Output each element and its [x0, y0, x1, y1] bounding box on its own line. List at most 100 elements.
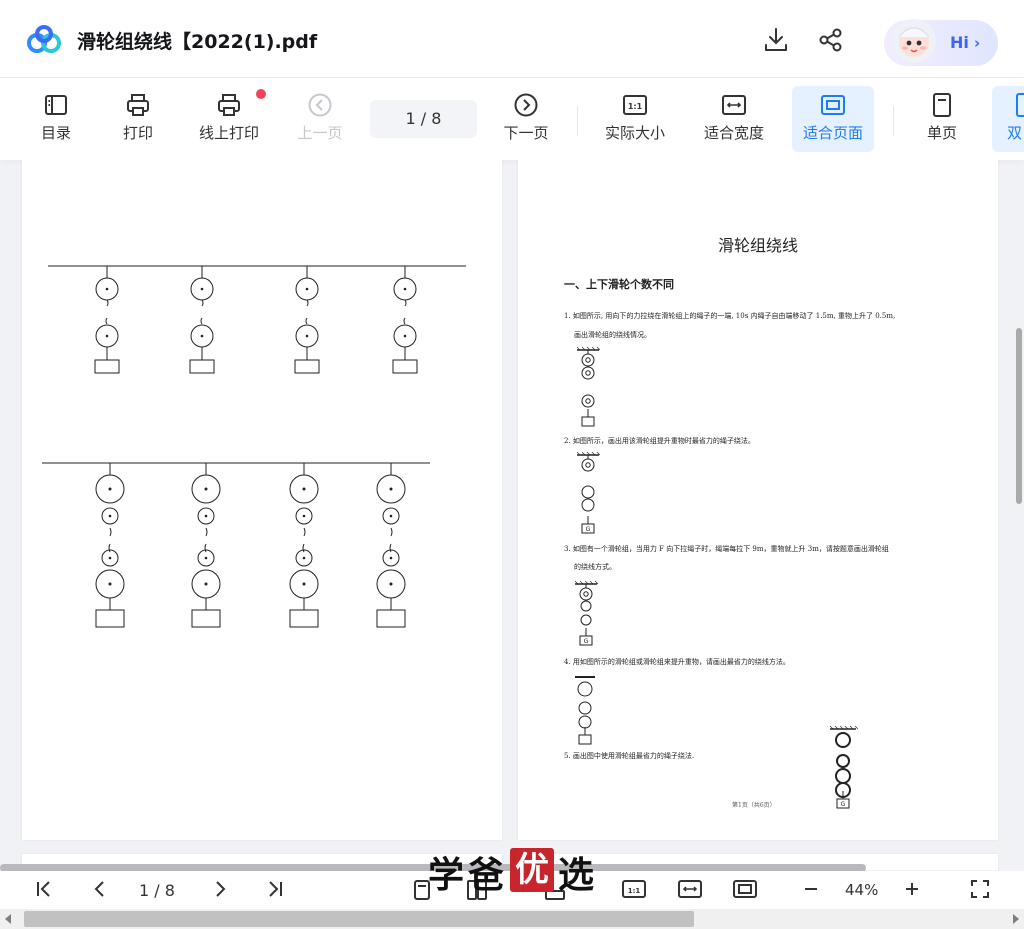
watermark-char: 优 — [515, 850, 549, 890]
zoom-level: 44% — [845, 881, 879, 899]
fit-page-icon — [821, 95, 845, 115]
page-right: 滑轮组绕线 一、上下滑轮个数不同 1. 如图所示, 用向下的力拉绕在滑轮组上的绳… — [518, 160, 998, 840]
watermark-logo: 学 爸 优 选 — [428, 846, 600, 896]
horizontal-scrollbar[interactable] — [0, 909, 1024, 929]
fit-width-icon — [722, 95, 746, 115]
pulley-axle — [302, 514, 306, 518]
double-page-label: 双 — [1007, 124, 1023, 142]
online-print-button[interactable]: 线上打印 — [190, 86, 268, 152]
figure-line — [201, 299, 204, 307]
share-icon[interactable] — [817, 26, 845, 54]
next-page-button[interactable]: 下一页 — [496, 86, 556, 152]
weight-block — [95, 609, 125, 628]
pulley-axle — [108, 514, 112, 518]
zoom-in-icon[interactable] — [903, 879, 921, 899]
pulley-axle — [389, 556, 393, 560]
watermark-badge: 优 — [510, 848, 554, 892]
weight-block — [578, 734, 592, 745]
pulley-wheel — [581, 458, 595, 472]
page-number-input[interactable]: 1 / 8 — [370, 100, 477, 138]
pulley-wheel — [581, 353, 595, 367]
figure-line — [108, 543, 111, 553]
vertical-scrollbar[interactable] — [1016, 328, 1022, 504]
pulley-axle — [389, 582, 393, 586]
pulley-axle — [108, 582, 112, 586]
figure-line — [404, 299, 407, 307]
fit-width-label: 适合宽度 — [703, 124, 764, 142]
single-page-button[interactable]: 单页 — [912, 86, 972, 152]
weight-block — [294, 359, 320, 374]
viewer-toolbar: 目录 打印 线上打印 上一页 1 / 8 下一页 1:1 实际大小 适合宽度 适… — [0, 78, 1024, 160]
figure-line — [204, 543, 207, 553]
double-page-icon — [1016, 93, 1024, 117]
download-icon[interactable] — [762, 26, 790, 54]
pulley-axle — [403, 287, 407, 291]
toolbar-divider — [893, 106, 894, 136]
pulley-axle — [105, 287, 109, 291]
next-circle-icon — [514, 93, 538, 117]
pulley-wheel — [580, 600, 592, 612]
assistant-label: Hi — [950, 33, 969, 52]
watermark-char: 爸 — [468, 854, 505, 896]
last-page-icon[interactable] — [265, 879, 285, 899]
page-footer: 第1页（共6页） — [732, 802, 776, 809]
pulley-axle — [403, 334, 407, 338]
fit-page-button[interactable]: 适合页面 — [792, 86, 874, 152]
print-button[interactable]: 打印 — [108, 86, 168, 152]
scrollbar-thumb[interactable] — [24, 911, 694, 927]
pulley-wheel — [585, 370, 591, 376]
figure-line — [390, 527, 393, 537]
pulley-axle — [389, 487, 393, 491]
bottom-page-indicator[interactable]: 1 / 8 — [139, 881, 175, 900]
prev-page-button[interactable]: 上一页 — [290, 86, 350, 152]
fit-page-small-icon[interactable] — [733, 879, 757, 899]
pulley-axle — [302, 556, 306, 560]
prev-page-label: 上一页 — [297, 124, 343, 142]
toolbar-divider — [577, 106, 578, 136]
pulley-axle — [302, 487, 306, 491]
scroll-right-arrow-icon[interactable] — [1013, 914, 1019, 924]
pulley-wheel — [577, 681, 593, 697]
prev-page-icon[interactable] — [90, 879, 110, 899]
fullscreen-icon[interactable] — [970, 879, 990, 899]
weight-block — [191, 609, 221, 628]
pulley-axle — [200, 287, 204, 291]
weight-label: G — [841, 801, 846, 808]
pulley-axle — [204, 487, 208, 491]
title-bar: 滑轮组绕线【2022(1).pdf Hi › — [0, 0, 1024, 78]
pulley-axle — [200, 334, 204, 338]
actual-size-small-icon[interactable]: 1:1 — [622, 879, 646, 899]
single-page-label: 单页 — [926, 124, 957, 142]
pulley-wheel — [583, 591, 589, 597]
fit-width-small-icon[interactable] — [678, 879, 702, 899]
scroll-left-arrow-icon[interactable] — [5, 914, 11, 924]
pulley-axle — [305, 287, 309, 291]
double-page-button[interactable]: 双 — [992, 86, 1024, 152]
watermark-char: 选 — [558, 854, 595, 896]
pulley-diagrams-figure — [42, 265, 466, 628]
figure-line — [403, 317, 406, 325]
figure-line — [389, 543, 392, 553]
toc-button[interactable]: 目录 — [26, 86, 86, 152]
toc-icon — [45, 95, 67, 115]
actual-size-button[interactable]: 1:1 实际大小 — [596, 86, 674, 152]
first-page-icon[interactable] — [34, 879, 54, 899]
pulley-wheel — [581, 394, 595, 408]
document-viewport[interactable]: 滑轮组绕线 一、上下滑轮个数不同 1. 如图所示, 用向下的力拉绕在滑轮组上的绳… — [0, 160, 1024, 870]
pulley-axle — [305, 334, 309, 338]
figure-line — [105, 317, 108, 325]
weight-block — [376, 609, 406, 628]
pulley-wheel — [581, 485, 595, 499]
figure-line — [302, 543, 305, 553]
next-page-icon[interactable] — [210, 879, 230, 899]
weight-label: G — [586, 526, 591, 533]
fit-width-button[interactable]: 适合宽度 — [694, 86, 774, 152]
online-printer-icon — [218, 94, 240, 116]
figure-line — [109, 527, 112, 537]
pulley-wheel — [836, 754, 850, 768]
online-print-label: 线上打印 — [198, 124, 259, 142]
zoom-out-icon[interactable] — [802, 879, 820, 899]
document-title: 滑轮组绕线【2022(1).pdf — [77, 31, 318, 53]
toc-label: 目录 — [40, 124, 71, 142]
ai-assistant-button[interactable]: Hi › — [884, 19, 998, 66]
